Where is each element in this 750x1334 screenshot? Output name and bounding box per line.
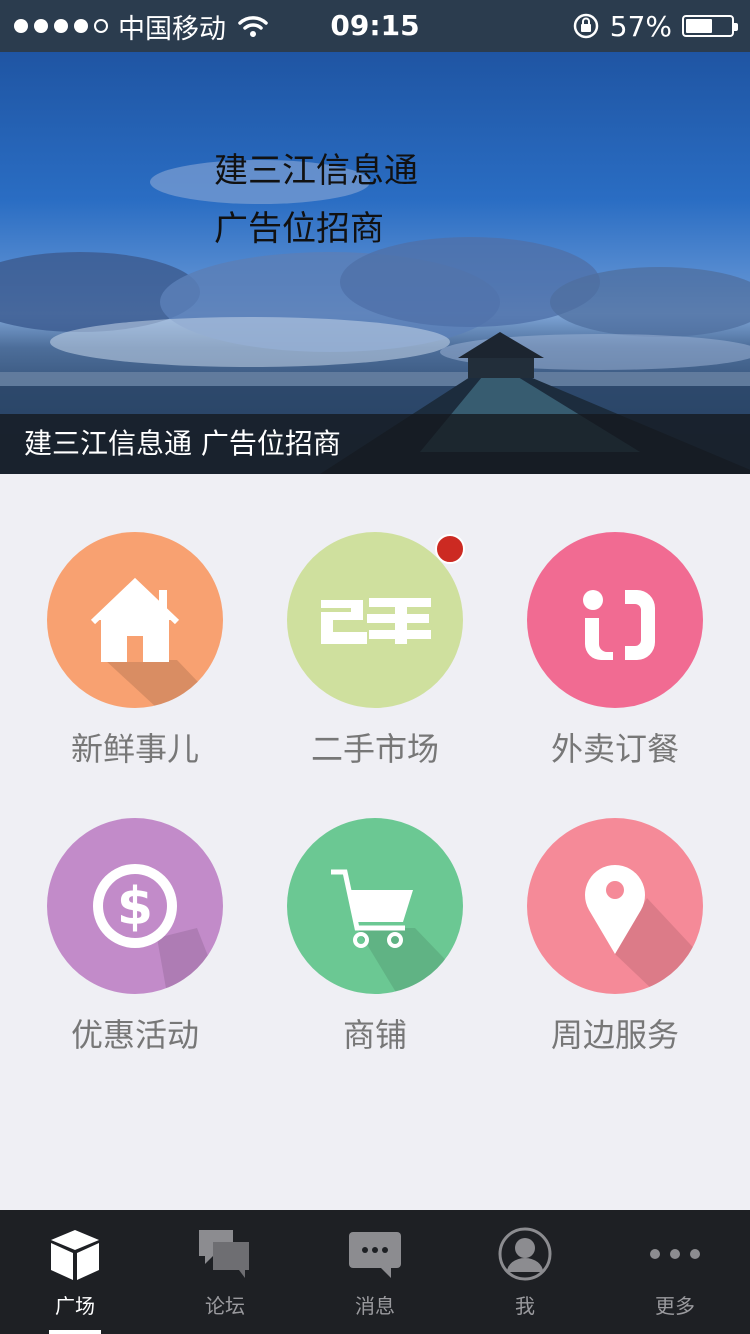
tab-more[interactable]: 更多: [600, 1210, 750, 1334]
status-bar: 中国移动 09:15 57%: [0, 0, 750, 52]
grid-item-takeout[interactable]: 外卖订餐: [495, 532, 735, 770]
tab-square-label: 广场: [55, 1294, 95, 1318]
notification-badge: [435, 534, 465, 564]
tab-me[interactable]: 我: [450, 1210, 600, 1334]
shops-circle: [287, 818, 463, 994]
rotation-lock-icon: [573, 13, 599, 39]
more-dots-icon: [650, 1249, 700, 1259]
grid-item-nearby[interactable]: 周边服务: [495, 818, 735, 1056]
promotions-label: 优惠活动: [70, 1016, 199, 1054]
banner-overlay-text: 建三江信息通 广告位招商: [214, 142, 418, 258]
battery-icon: [682, 15, 738, 37]
user-avatar-icon: [498, 1227, 552, 1281]
message-bubble-icon: [349, 1232, 401, 1278]
tab-forum-label: 论坛: [205, 1294, 245, 1318]
pier-sunset-image: [0, 160, 750, 474]
tab-forum[interactable]: 论坛: [150, 1210, 300, 1334]
tab-square[interactable]: 广场: [0, 1210, 150, 1334]
shopping-cart-icon: [331, 869, 463, 994]
ad-banner[interactable]: 建三江信息通 广告位招商 建三江信息通 广告位招商: [0, 52, 750, 474]
location-pin-icon: [585, 865, 703, 994]
grid-item-shops[interactable]: 商铺: [255, 818, 495, 1056]
promotions-circle: $: [47, 818, 223, 994]
grid-item-second-hand[interactable]: 二手市场: [255, 532, 495, 770]
second-hand-icon: [321, 598, 431, 644]
shops-label: 商铺: [342, 1016, 407, 1054]
takeout-label: 外卖订餐: [550, 730, 679, 768]
battery-percentage: 57%: [609, 9, 672, 43]
cube-icon: [51, 1230, 99, 1280]
banner-caption: 建三江信息通 广告位招商: [0, 414, 750, 474]
svg-text:$: $: [117, 877, 153, 937]
news-label: 新鲜事儿: [70, 730, 199, 768]
banner-subheadline: 广告位招商: [214, 209, 384, 249]
news-circle: [47, 532, 223, 708]
grid-item-promotions[interactable]: $ 优惠活动: [15, 818, 255, 1056]
bottom-tab-bar: 广场 论坛 消息 我 更多: [0, 1210, 750, 1334]
tab-more-label: 更多: [655, 1294, 695, 1318]
active-tab-indicator: [49, 1330, 101, 1334]
nearby-circle: [527, 818, 703, 994]
second-hand-circle: [287, 532, 463, 708]
tab-messages-label: 消息: [355, 1294, 395, 1318]
takeout-circle: [527, 532, 703, 708]
tab-messages[interactable]: 消息: [300, 1210, 450, 1334]
house-icon: [90, 577, 223, 708]
tab-me-label: 我: [515, 1294, 535, 1318]
forum-bubbles-icon: [199, 1230, 249, 1278]
phone-order-icon: [583, 590, 655, 660]
grid-item-news[interactable]: 新鲜事儿: [15, 532, 255, 770]
banner-headline: 建三江信息通: [214, 151, 418, 191]
dollar-coin-icon: $: [93, 864, 223, 994]
second-hand-label: 二手市场: [310, 730, 439, 768]
nearby-label: 周边服务: [550, 1016, 679, 1054]
